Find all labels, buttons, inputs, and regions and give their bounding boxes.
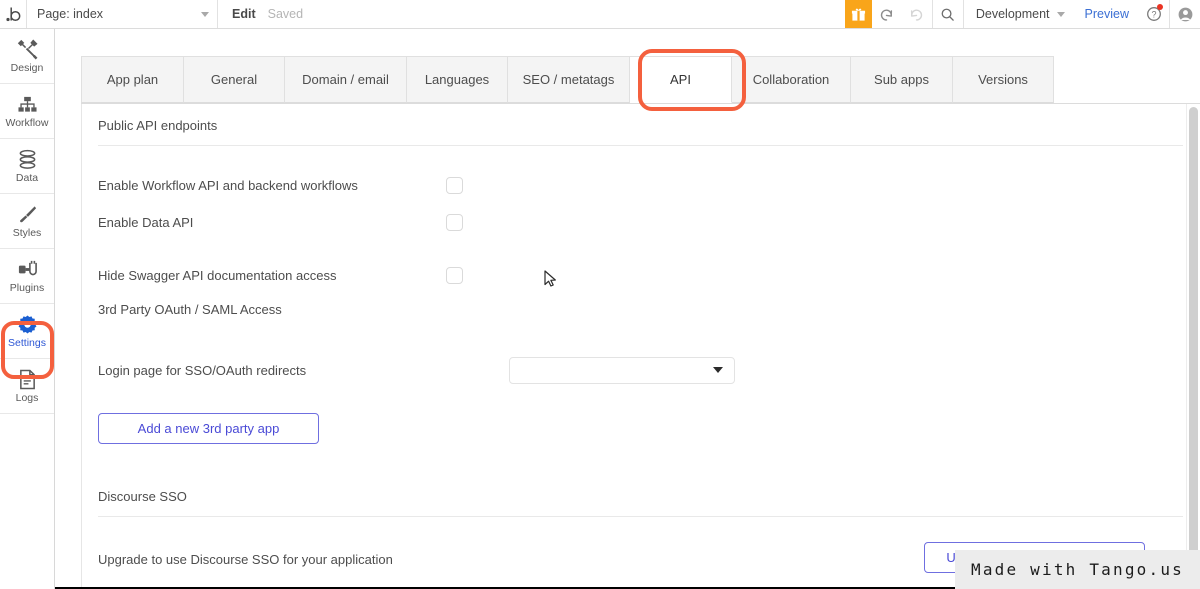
tab-label: Sub apps bbox=[874, 72, 929, 87]
sidebar-item-label: Styles bbox=[12, 226, 42, 239]
save-status: Saved bbox=[267, 7, 304, 21]
section-title-discourse-sso: Discourse SSO bbox=[98, 489, 187, 504]
paintbrush-icon bbox=[17, 204, 38, 226]
tab-label: App plan bbox=[106, 72, 159, 87]
tab-app-plan[interactable]: App plan bbox=[81, 56, 184, 103]
redo-icon[interactable] bbox=[902, 0, 932, 28]
sidebar-item-logs[interactable]: Logs bbox=[0, 359, 54, 414]
tab-api[interactable]: API bbox=[630, 56, 732, 103]
user-avatar-icon[interactable] bbox=[1170, 0, 1200, 28]
divider bbox=[98, 516, 1183, 517]
document-lines-icon bbox=[18, 369, 37, 391]
sidebar-item-styles[interactable]: Styles bbox=[0, 194, 54, 249]
checkbox-hide-swagger[interactable] bbox=[446, 266, 463, 284]
design-tools-icon bbox=[17, 39, 38, 61]
gear-icon bbox=[17, 314, 38, 336]
preview-button[interactable]: Preview bbox=[1075, 7, 1139, 21]
chevron-down-icon bbox=[201, 11, 209, 17]
tab-label: Collaboration bbox=[752, 72, 830, 87]
tab-label: SEO / metatags bbox=[522, 72, 615, 87]
row-enable-data-api: Enable Data API bbox=[82, 205, 1199, 239]
row-3rd-party-oauth: 3rd Party OAuth / SAML Access bbox=[82, 292, 1199, 326]
tab-label: General bbox=[210, 72, 258, 87]
main-pane: App plan General Domain / email Language… bbox=[55, 29, 1200, 589]
tab-domain-email[interactable]: Domain / email bbox=[285, 56, 407, 103]
sidebar-item-design[interactable]: Design bbox=[0, 29, 54, 84]
tab-sub-apps[interactable]: Sub apps bbox=[851, 56, 953, 103]
tango-watermark: Made with Tango.us bbox=[955, 550, 1200, 589]
chevron-down-icon bbox=[1056, 11, 1065, 17]
app-root: Page: index Edit Saved Development Previ… bbox=[0, 0, 1200, 589]
environment-label: Development bbox=[975, 7, 1050, 21]
tab-collaboration[interactable]: Collaboration bbox=[732, 56, 851, 103]
bubble-logo-icon bbox=[0, 0, 26, 28]
sidebar-item-label: Settings bbox=[8, 336, 46, 349]
top-toolbar: Page: index Edit Saved Development Previ… bbox=[0, 0, 1200, 29]
sidebar-item-label: Plugins bbox=[9, 281, 45, 294]
add-third-party-app-button[interactable]: Add a new 3rd party app bbox=[98, 413, 319, 444]
svg-text:?: ? bbox=[1151, 10, 1156, 20]
row-hide-swagger: Hide Swagger API documentation access bbox=[82, 258, 1199, 292]
tab-general[interactable]: General bbox=[184, 56, 285, 103]
page-selector-label: Page: index bbox=[37, 7, 104, 21]
edit-button[interactable]: Edit bbox=[218, 7, 268, 21]
help-question-icon[interactable]: ? bbox=[1139, 0, 1169, 28]
sidebar-item-label: Design bbox=[10, 61, 44, 74]
tab-versions[interactable]: Versions bbox=[953, 56, 1054, 103]
row-label: Enable Workflow API and backend workflow… bbox=[98, 177, 358, 193]
tab-label: Languages bbox=[424, 72, 490, 87]
row-label: Upgrade to use Discourse SSO for your ap… bbox=[98, 551, 393, 567]
divider bbox=[98, 145, 1183, 146]
tab-label: Domain / email bbox=[302, 72, 389, 87]
checkbox-enable-data-api[interactable] bbox=[446, 213, 463, 231]
tab-languages[interactable]: Languages bbox=[407, 56, 508, 103]
vertical-scrollbar-thumb[interactable] bbox=[1189, 107, 1198, 557]
sidebar-item-settings[interactable]: Settings bbox=[0, 304, 54, 359]
row-enable-workflow-api: Enable Workflow API and backend workflow… bbox=[82, 168, 1199, 202]
row-add-3rd-party-app: Add a new 3rd party app bbox=[82, 413, 1199, 445]
sidebar-item-label: Logs bbox=[15, 391, 39, 404]
top-toolbar-right: Development Preview ? bbox=[844, 0, 1200, 28]
sidebar-item-label: Data bbox=[15, 171, 39, 184]
section-title-public-api: Public API endpoints bbox=[98, 118, 218, 133]
database-icon bbox=[17, 149, 38, 171]
tab-label: Versions bbox=[978, 72, 1028, 87]
left-sidebar: Design Workflow Data Styles Plugins Sett… bbox=[0, 29, 55, 589]
plug-icon bbox=[17, 259, 38, 281]
gift-icon[interactable] bbox=[844, 0, 872, 28]
undo-icon[interactable] bbox=[872, 0, 902, 28]
page-selector[interactable]: Page: index bbox=[27, 0, 217, 28]
notification-dot bbox=[1157, 4, 1163, 10]
sidebar-item-plugins[interactable]: Plugins bbox=[0, 249, 54, 304]
sidebar-item-data[interactable]: Data bbox=[0, 139, 54, 194]
row-login-page-sso: Login page for SSO/OAuth redirects bbox=[82, 353, 1199, 387]
settings-content-panel: Public API endpoints Enable Workflow API… bbox=[81, 104, 1200, 589]
environment-selector[interactable]: Development bbox=[964, 7, 1075, 21]
row-label: Login page for SSO/OAuth redirects bbox=[98, 362, 307, 378]
settings-tabbar: App plan General Domain / email Language… bbox=[81, 56, 1200, 104]
tab-seo-metatags[interactable]: SEO / metatags bbox=[508, 56, 630, 103]
sidebar-item-workflow[interactable]: Workflow bbox=[0, 84, 54, 139]
sidebar-item-label: Workflow bbox=[5, 116, 49, 129]
row-label: Hide Swagger API documentation access bbox=[98, 267, 337, 283]
row-label: Enable Data API bbox=[98, 214, 194, 230]
chevron-down-icon bbox=[713, 367, 723, 373]
login-page-select[interactable] bbox=[509, 356, 735, 384]
search-icon[interactable] bbox=[933, 0, 963, 28]
tab-label: API bbox=[670, 72, 691, 87]
checkbox-enable-workflow-api[interactable] bbox=[446, 176, 463, 194]
workflow-tree-icon bbox=[17, 94, 38, 116]
row-label: 3rd Party OAuth / SAML Access bbox=[98, 301, 282, 317]
